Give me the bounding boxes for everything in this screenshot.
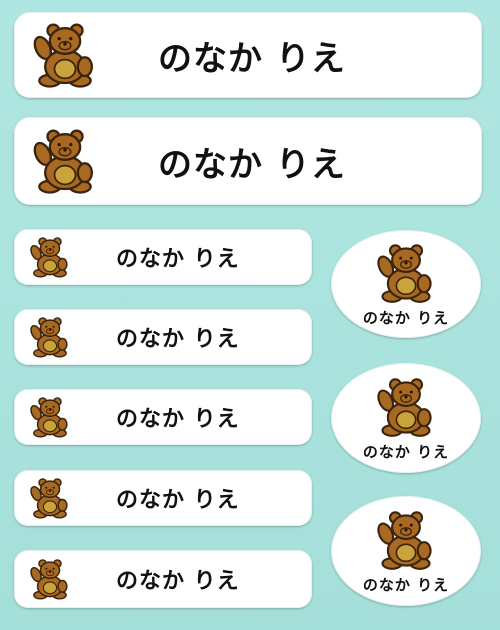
teddy-bear-icon: [374, 241, 438, 305]
teddy-bear-icon: [28, 395, 72, 439]
teddy-bear-icon: [30, 126, 100, 196]
small-name-label: のなか りえ: [14, 229, 312, 285]
teddy-bear-icon: [30, 20, 100, 90]
small-name-label: のなか りえ: [14, 550, 312, 608]
small-name-label: のなか りえ: [14, 470, 312, 526]
small-name-label: のなか りえ: [14, 389, 312, 445]
teddy-bear-icon: [28, 315, 72, 359]
name-text: のなか りえ: [362, 308, 450, 327]
oval-name-label: のなか りえ: [331, 496, 481, 606]
name-text: のなか りえ: [158, 38, 346, 79]
name-text: のなか りえ: [116, 247, 240, 272]
name-text: のなか りえ: [158, 144, 346, 185]
name-text: のなか りえ: [116, 488, 240, 513]
small-name-label: のなか りえ: [14, 309, 312, 365]
sticker-sheet: のなか りえ のなか りえ のなか りえ のなか りえ のなか りえ のなか り…: [0, 0, 500, 630]
name-text: のなか りえ: [362, 575, 450, 594]
oval-name-label: のなか りえ: [331, 230, 481, 338]
teddy-bear-icon: [374, 375, 438, 439]
name-text: のなか りえ: [116, 569, 240, 594]
name-text: のなか りえ: [116, 327, 240, 352]
teddy-bear-icon: [28, 557, 72, 601]
large-name-label: のなか りえ: [14, 117, 482, 205]
name-text: のなか りえ: [116, 407, 240, 432]
name-text: のなか りえ: [362, 442, 450, 461]
teddy-bear-icon: [28, 476, 72, 520]
oval-name-label: のなか りえ: [331, 363, 481, 473]
teddy-bear-icon: [28, 235, 72, 279]
large-name-label: のなか りえ: [14, 12, 482, 98]
teddy-bear-icon: [374, 508, 438, 572]
